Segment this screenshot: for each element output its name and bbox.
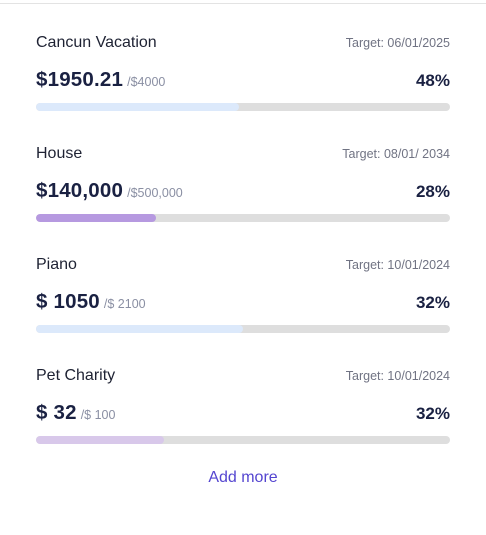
goal-percent: 32% <box>415 293 450 312</box>
goal-amount-group: $ 32 /$ 100 <box>36 401 115 425</box>
goal-item[interactable]: Cancun Vacation Target: 06/01/2025 $1950… <box>36 33 450 144</box>
goal-saved-amount: $1950.21 <box>36 68 124 91</box>
divider <box>0 3 486 4</box>
goal-name: Piano <box>36 256 77 273</box>
goal-amounts: $ 32 /$ 100 32% <box>36 401 450 427</box>
goal-item[interactable]: Piano Target: 10/01/2024 $ 1050 /$ 2100 … <box>36 255 450 366</box>
goal-percent: 28% <box>415 182 450 201</box>
goal-target-date: Target: 08/01/ 2034 <box>342 147 450 161</box>
goal-progress-bar <box>36 103 450 111</box>
goal-total-amount: /$500,000 <box>127 186 183 200</box>
goal-item[interactable]: House Target: 08/01/ 2034 $140,000 /$500… <box>36 144 450 255</box>
goal-progress-fill <box>36 325 243 333</box>
goal-amounts: $140,000 /$500,000 28% <box>36 179 450 205</box>
goal-progress-fill <box>36 436 165 444</box>
goal-target-date: Target: 06/01/2025 <box>345 36 450 50</box>
goals-list: Cancun Vacation Target: 06/01/2025 $1950… <box>36 33 450 477</box>
goal-header: House Target: 08/01/ 2034 <box>36 144 450 164</box>
goal-total-amount: /$4000 <box>127 75 166 89</box>
goal-header: Cancun Vacation Target: 06/01/2025 <box>36 33 450 53</box>
add-more-button[interactable]: Add more <box>0 469 486 487</box>
goal-total-amount: /$ 100 <box>80 408 116 422</box>
goal-amounts: $1950.21 /$4000 48% <box>36 68 450 94</box>
goal-amount-group: $140,000 /$500,000 <box>36 179 183 203</box>
goal-amount-group: $ 1050 /$ 2100 <box>36 290 146 314</box>
goal-progress-fill <box>36 214 157 222</box>
goal-name: Pet Charity <box>36 367 116 384</box>
goal-target-date: Target: 10/01/2024 <box>345 369 450 383</box>
goal-progress-bar <box>36 436 450 444</box>
goal-total-amount: /$ 2100 <box>103 297 146 311</box>
goal-target-date: Target: 10/01/2024 <box>345 258 450 272</box>
goal-percent: 32% <box>415 404 450 423</box>
goal-amount-group: $1950.21 /$4000 <box>36 68 165 92</box>
goal-percent: 48% <box>415 71 450 90</box>
goal-saved-amount: $ 1050 <box>36 290 100 313</box>
goal-header: Piano Target: 10/01/2024 <box>36 255 450 275</box>
goal-name: Cancun Vacation <box>36 34 157 51</box>
savings-goals-card: Cancun Vacation Target: 06/01/2025 $1950… <box>0 0 486 535</box>
goal-item[interactable]: Pet Charity Target: 10/01/2024 $ 32 /$ 1… <box>36 366 450 477</box>
goal-saved-amount: $140,000 <box>36 179 124 202</box>
goal-progress-bar <box>36 214 450 222</box>
goal-progress-bar <box>36 325 450 333</box>
goal-header: Pet Charity Target: 10/01/2024 <box>36 366 450 386</box>
goal-saved-amount: $ 32 <box>36 401 77 424</box>
goal-amounts: $ 1050 /$ 2100 32% <box>36 290 450 316</box>
goal-name: House <box>36 145 83 162</box>
goal-progress-fill <box>36 103 239 111</box>
